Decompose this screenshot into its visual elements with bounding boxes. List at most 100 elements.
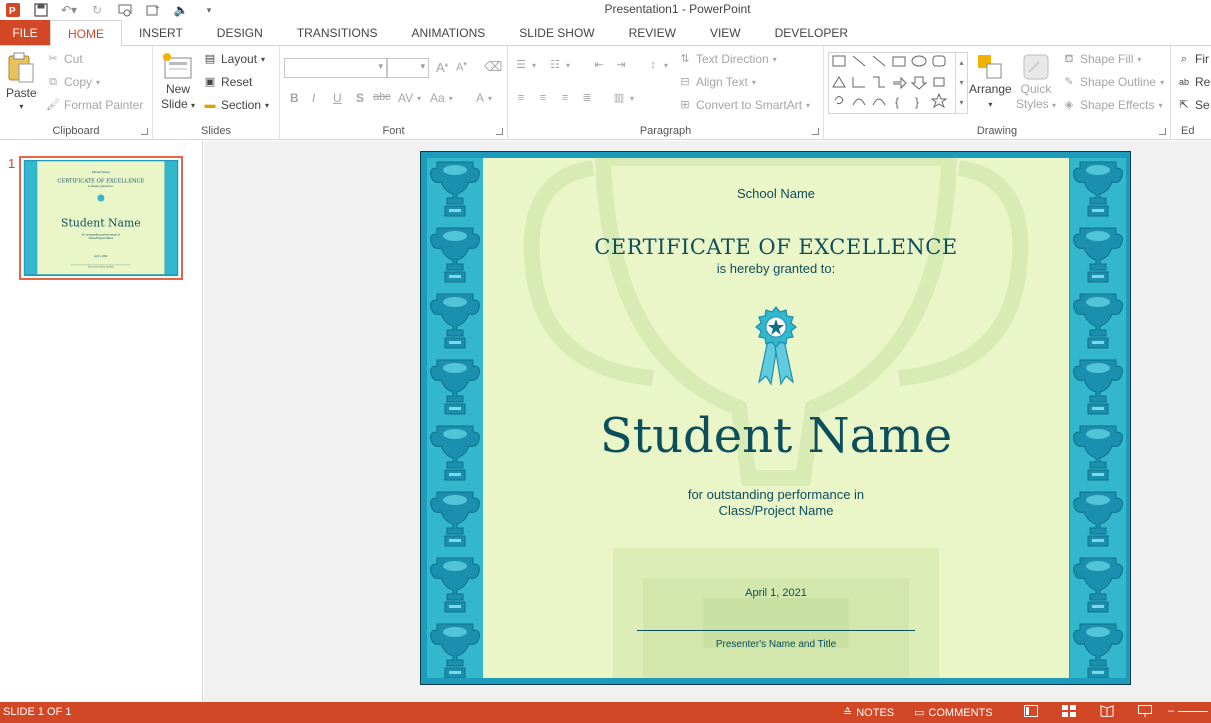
clear-formatting-icon[interactable]: ⌫	[484, 59, 502, 75]
student-name[interactable]: Student Name	[483, 408, 1069, 464]
underline-button[interactable]: U	[333, 91, 342, 105]
shapes-gallery[interactable]: {} ▴ ▾ ▾	[828, 52, 968, 114]
tab-insert[interactable]: INSERT	[122, 20, 200, 45]
decrease-indent-button[interactable]: ⇤	[592, 58, 606, 72]
font-family-select[interactable]	[284, 58, 387, 78]
granted-line[interactable]: is hereby granted to:	[483, 261, 1069, 276]
find-button[interactable]: ⌕ Fir	[1177, 52, 1209, 66]
justify-button[interactable]: ≣	[580, 91, 594, 105]
format-painter-button[interactable]: 🖌 Format Painter	[46, 98, 143, 112]
tab-slide-show[interactable]: SLIDE SHOW	[502, 20, 611, 45]
shape-effects-icon: ◈	[1064, 99, 1074, 111]
tab-file[interactable]: FILE	[0, 20, 50, 45]
numbering-button[interactable]: ☷ ▾	[548, 58, 570, 72]
drawing-dialog-launcher-icon[interactable]	[1159, 128, 1166, 135]
slide-canvas[interactable]: School Name CERTIFICATE OF EXCELLENCE is…	[420, 151, 1131, 685]
cut-button[interactable]: ✂ Cut	[46, 52, 82, 66]
tab-review[interactable]: REVIEW	[612, 20, 693, 45]
normal-view-button[interactable]	[1024, 705, 1038, 717]
school-name[interactable]: School Name	[483, 186, 1069, 201]
shrink-font-button[interactable]: A▾	[456, 60, 467, 74]
zoom-slider[interactable]: –	[1168, 705, 1209, 717]
tab-transitions[interactable]: TRANSITIONS	[280, 20, 395, 45]
columns-button[interactable]: ▥ ▾	[612, 91, 634, 105]
layout-button[interactable]: ▤ Layout ▾	[203, 52, 265, 66]
zoom-out-icon[interactable]: –	[1168, 705, 1174, 717]
shape-fill-button[interactable]: ⛾ Shape Fill ▾	[1062, 52, 1142, 66]
bold-button[interactable]: B	[290, 91, 299, 105]
change-case-button[interactable]: Aa ▾	[430, 91, 453, 105]
slide-thumbnail[interactable]: School Name CERTIFICATE OF EXCELLENCE is…	[19, 156, 183, 280]
convert-smartart-button[interactable]: ⊞ Convert to SmartArt ▾	[678, 98, 810, 112]
quick-styles-button[interactable]: Quick Styles ▾	[1016, 52, 1056, 113]
title-bar: P ↶▾ ↻ + 🔈 ▾ Presentation1 - PowerPoint	[0, 0, 1211, 20]
window-title: Presentation1 - PowerPoint	[604, 2, 751, 16]
character-spacing-button[interactable]: AV ▾	[398, 91, 421, 105]
paste-button[interactable]: Paste ▾	[6, 52, 37, 111]
presenter-name-title[interactable]: Presenter's Name and Title	[483, 639, 1069, 650]
svg-text:}: }	[915, 95, 919, 109]
ribbon-tabs: FILE HOME INSERT DESIGN TRANSITIONS ANIM…	[0, 20, 1211, 47]
tab-developer[interactable]: DEVELOPER	[758, 20, 865, 45]
shape-effects-button[interactable]: ◈ Shape Effects ▾	[1062, 98, 1163, 112]
svg-text:Student Name: Student Name	[61, 216, 141, 229]
reading-view-icon	[1100, 705, 1114, 717]
clipboard-dialog-launcher-icon[interactable]	[141, 128, 148, 135]
shadow-button[interactable]: S	[356, 91, 364, 105]
align-text-button[interactable]: ⊟ Align Text ▾	[678, 75, 755, 89]
copy-label: Copy	[64, 75, 93, 89]
align-left-icon: ≡	[517, 92, 525, 104]
tab-home[interactable]: HOME	[50, 20, 122, 47]
font-size-select[interactable]	[387, 58, 429, 78]
notes-label: NOTES	[856, 706, 895, 719]
new-slide-label-1: New	[166, 82, 191, 96]
copy-button[interactable]: ⧉ Copy ▾	[46, 75, 100, 89]
section-label: Section	[221, 98, 262, 112]
select-button[interactable]: ⇱ Se	[1177, 98, 1209, 112]
certificate-date[interactable]: April 1, 2021	[483, 587, 1069, 599]
new-slide-label-2: Slide	[161, 97, 188, 111]
strikethrough-button[interactable]: abc	[373, 91, 391, 103]
text-direction-button[interactable]: ⇅ Text Direction ▾	[678, 52, 776, 66]
reset-icon: ▣	[204, 76, 216, 88]
slide-counter: SLIDE 1 OF 1	[3, 706, 72, 718]
text-direction-label: Text Direction	[696, 52, 769, 66]
section-button[interactable]: ▬ Section ▾	[203, 98, 270, 112]
grow-font-button[interactable]: A▴	[436, 60, 448, 75]
line-spacing-button[interactable]: ↕ ▾	[646, 58, 668, 72]
slide-sorter-button[interactable]	[1062, 705, 1076, 717]
arrange-button[interactable]: Arrange ▾	[969, 52, 1012, 112]
slide-show-button[interactable]	[1138, 705, 1152, 717]
increase-indent-button[interactable]: ⇥	[614, 58, 628, 72]
class-project-name[interactable]: Class/Project Name	[483, 503, 1069, 518]
align-right-button[interactable]: ≡	[558, 91, 572, 105]
reading-view-button[interactable]	[1100, 705, 1114, 717]
reset-button[interactable]: ▣ Reset	[203, 75, 253, 89]
character-spacing-label: AV	[398, 91, 414, 105]
bullets-button[interactable]: ☰ ▾	[514, 58, 536, 72]
trophy-pattern-left	[430, 161, 480, 678]
svg-text:CERTIFICATE OF EXCELLENCE: CERTIFICATE OF EXCELLENCE	[57, 179, 144, 185]
tab-view[interactable]: VIEW	[693, 20, 758, 45]
tab-animations[interactable]: ANIMATIONS	[394, 20, 502, 45]
pencil-icon: ✎	[1064, 76, 1074, 88]
certificate-heading[interactable]: CERTIFICATE OF EXCELLENCE	[483, 235, 1069, 259]
align-left-button[interactable]: ≡	[514, 91, 528, 105]
notes-button[interactable]: ≙ NOTES	[843, 706, 895, 720]
shapes-gallery-scroll[interactable]: ▴ ▾ ▾	[955, 53, 967, 113]
new-slide-button[interactable]: New Slide ▾	[161, 52, 195, 113]
tab-design[interactable]: DESIGN	[200, 20, 280, 45]
comments-button[interactable]: ▭ COMMENTS	[914, 706, 993, 720]
align-center-button[interactable]: ≡	[536, 91, 550, 105]
shape-outline-button[interactable]: ✎ Shape Outline ▾	[1062, 75, 1164, 89]
slides-group: New Slide ▾ ▤ Layout ▾ ▣ Reset ▬ Section…	[153, 46, 280, 140]
zoom-track[interactable]	[1178, 710, 1209, 712]
performance-line[interactable]: for outstanding performance in	[483, 487, 1069, 502]
font-dialog-launcher-icon[interactable]	[496, 128, 503, 135]
align-text-label: Align Text	[696, 75, 748, 89]
paragraph-dialog-launcher-icon[interactable]	[812, 128, 819, 135]
font-color-button[interactable]: A ▾	[476, 91, 492, 105]
replace-button[interactable]: ab Re	[1177, 75, 1210, 89]
italic-button[interactable]: I	[312, 91, 315, 105]
quick-styles-label-2-wrap: Styles ▾	[1016, 97, 1057, 111]
